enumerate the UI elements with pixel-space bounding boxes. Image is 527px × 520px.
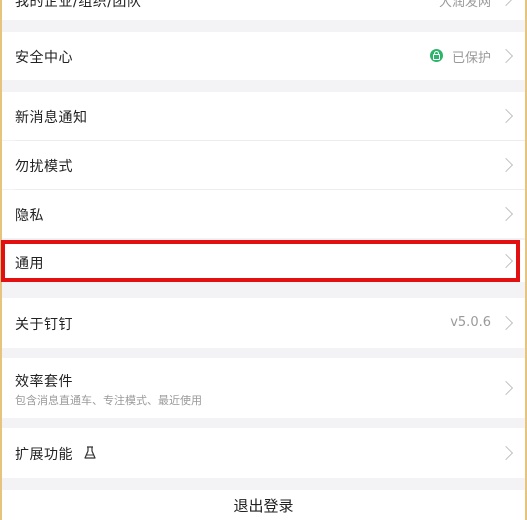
settings-item-about[interactable]: 关于钉钉 v5.0.6	[2, 298, 525, 348]
privacy-label: 隐私	[15, 208, 44, 224]
settings-item-do-not-disturb[interactable]: 勿扰模式	[2, 141, 525, 189]
settings-item-notifications[interactable]: 新消息通知	[2, 92, 525, 140]
efficiency-label: 效率套件	[15, 374, 73, 390]
logout-button[interactable]: 退出登录	[2, 490, 525, 520]
chevron-right-icon	[498, 315, 514, 331]
chevron-right-icon	[498, 206, 514, 222]
chevron-right-icon	[498, 157, 514, 173]
general-label: 通用	[15, 256, 44, 272]
chevron-right-icon	[498, 380, 514, 396]
settings-item-privacy[interactable]: 隐私	[2, 190, 525, 238]
shield-check-icon	[430, 49, 443, 62]
about-label: 关于钉钉	[15, 317, 73, 333]
settings-item-efficiency-suite[interactable]: 效率套件 包含消息直通车、专注模式、最近使用	[2, 358, 525, 418]
security-status: 已保护	[451, 51, 491, 66]
chevron-right-icon	[498, 253, 514, 269]
logout-label: 退出登录	[233, 496, 294, 515]
chevron-right-icon	[498, 0, 514, 7]
chevron-right-icon	[498, 108, 514, 124]
organization-label: 我的企业/组织/团队	[15, 0, 142, 10]
chevron-right-icon	[498, 445, 514, 461]
settings-item-security[interactable]: 安全中心 已保护	[2, 32, 525, 80]
efficiency-subtitle: 包含消息直通车、专注模式、最近使用	[15, 394, 202, 407]
flask-icon	[84, 446, 96, 459]
chevron-right-icon	[498, 48, 514, 64]
security-label: 安全中心	[15, 50, 73, 66]
extensions-label: 扩展功能	[15, 447, 73, 463]
version-text: v5.0.6	[450, 315, 491, 330]
organization-value: 大润发网	[438, 0, 491, 10]
notifications-label: 新消息通知	[15, 110, 88, 126]
settings-item-general[interactable]: 通用	[2, 240, 525, 282]
settings-item-extensions[interactable]: 扩展功能	[2, 428, 525, 478]
dnd-label: 勿扰模式	[15, 159, 73, 175]
settings-item-organization[interactable]: 我的企业/组织/团队 大润发网	[2, 0, 525, 20]
